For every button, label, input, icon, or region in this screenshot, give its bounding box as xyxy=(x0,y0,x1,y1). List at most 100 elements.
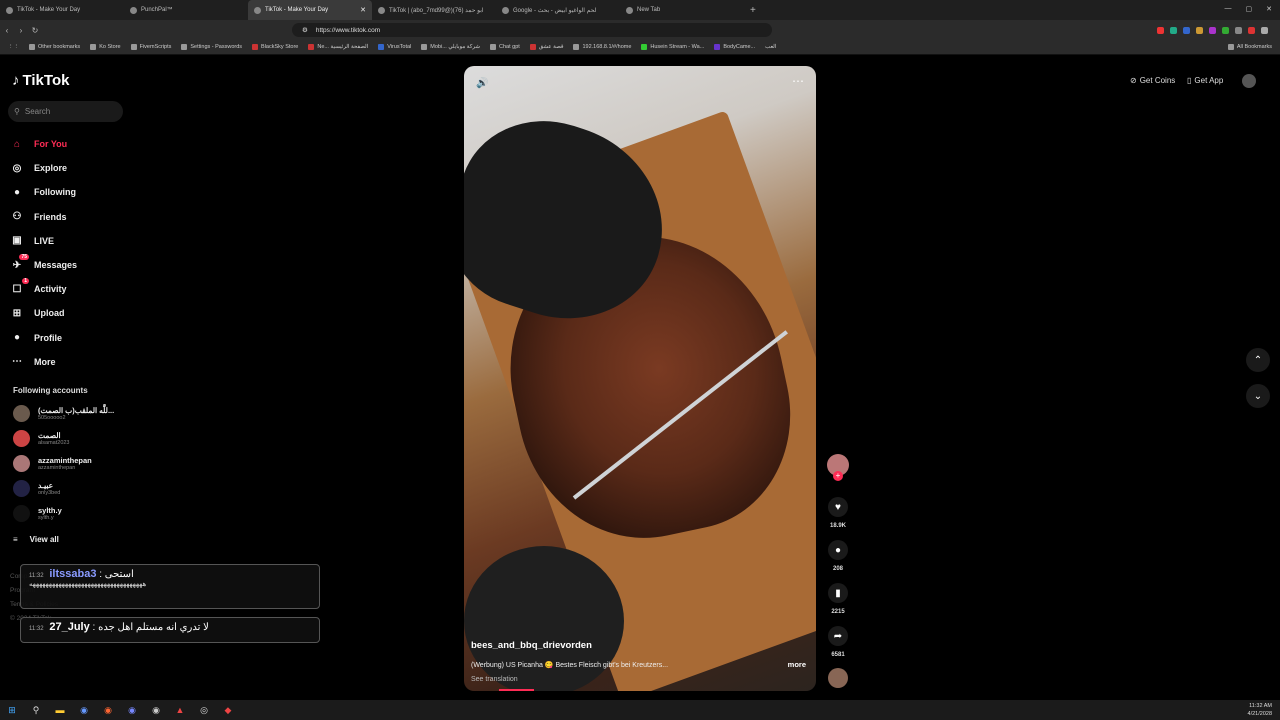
following-account[interactable]: azzaminthepan azzaminthepan xyxy=(13,455,92,472)
all-bookmarks[interactable]: All Bookmarks xyxy=(1227,44,1272,50)
browser-tab[interactable]: New Tab xyxy=(620,0,744,20)
extension-icon[interactable] xyxy=(1183,26,1190,34)
sidebar-item-profile[interactable]: ● Profile xyxy=(10,326,130,350)
browser-tab[interactable]: TikTok - Make Your Day xyxy=(0,0,124,20)
following-account[interactable]: (ب الصمت)للَّه الملقب... 505ooooo2 xyxy=(13,405,114,422)
forward-icon[interactable]: › xyxy=(14,26,28,35)
video-menu-icon[interactable]: ⋯ xyxy=(792,74,804,88)
bookmark[interactable]: قصة عشق xyxy=(529,44,563,50)
previous-video-button[interactable]: ⌃ xyxy=(1246,348,1270,372)
bookmark[interactable]: Ko Store xyxy=(90,44,121,50)
bookmark[interactable]: Husein Stream - Wa... xyxy=(641,44,704,50)
creator-avatar[interactable]: + xyxy=(826,454,850,481)
vpn-icon[interactable]: ◆ xyxy=(216,700,240,720)
next-video-button[interactable]: ⌄ xyxy=(1246,384,1270,408)
discord-icon[interactable]: ◉ xyxy=(120,700,144,720)
bookmark[interactable]: Settings - Passwords xyxy=(181,44,242,50)
browser-icon[interactable]: ◉ xyxy=(96,700,120,720)
apps-icon[interactable]: ⋮⋮ xyxy=(8,44,19,50)
minimize-icon[interactable]: — xyxy=(1225,5,1232,13)
extension-icon[interactable] xyxy=(1196,26,1203,34)
get-coins-button[interactable]: ⊘ Get Coins xyxy=(1130,76,1175,85)
save-action[interactable]: ▮ 2215 xyxy=(826,583,850,615)
windows-icon[interactable]: ⊞ xyxy=(0,700,24,720)
sidebar-item-messages[interactable]: ✈ 75 Messages xyxy=(10,253,130,277)
volume-icon[interactable]: 🔊 xyxy=(476,78,488,89)
see-translation-link[interactable]: See translation xyxy=(471,676,518,683)
share-action[interactable]: ➦ 6581 xyxy=(826,626,850,658)
comment-icon[interactable]: ● xyxy=(828,540,848,560)
browser-tab[interactable]: TikTok | (abo_7md99@)ابو حمد (76) xyxy=(372,0,496,20)
site-info-icon[interactable]: ⚙ xyxy=(302,26,308,34)
view-all-button[interactable]: ≡ View all xyxy=(13,535,59,544)
video-progress-bar[interactable] xyxy=(499,689,534,691)
messages-badge: 75 xyxy=(19,254,29,261)
like-action[interactable]: ♥ 18.9K xyxy=(826,497,850,529)
extension-icon[interactable] xyxy=(1170,26,1177,34)
user-avatar[interactable] xyxy=(1242,74,1256,88)
back-icon[interactable]: ‹ xyxy=(0,26,14,35)
reload-icon[interactable]: ↻ xyxy=(28,26,42,35)
following-account[interactable]: عبيـد only3bed xyxy=(13,480,60,497)
extension-icon[interactable] xyxy=(1157,26,1164,34)
steam-icon[interactable]: ◉ xyxy=(72,700,96,720)
follow-button[interactable]: + xyxy=(833,471,843,481)
files-icon[interactable]: ▬ xyxy=(48,700,72,720)
following-account[interactable]: sylth.y sylth.y xyxy=(13,505,62,522)
profile-icon[interactable] xyxy=(1261,26,1268,34)
system-tray-clock[interactable]: 11:32 AM 4/21/2028 xyxy=(1248,702,1272,718)
sidebar-item-more[interactable]: ⋯ More xyxy=(10,350,130,374)
bookmark[interactable]: BlackSky Store xyxy=(252,44,298,50)
search-input[interactable]: ⚲ Search xyxy=(8,101,123,122)
app-icon[interactable]: ◉ xyxy=(144,700,168,720)
sidebar-item-upload[interactable]: ⊞ Upload xyxy=(10,301,130,325)
bookmark[interactable]: 192.168.8.1/#/home xyxy=(573,44,631,50)
chat-text: : لا تدري انه مستلم اهل جده xyxy=(92,622,209,633)
get-app-button[interactable]: ▯ Get App xyxy=(1187,76,1223,85)
obs-icon[interactable]: ◎ xyxy=(192,700,216,720)
bookmark[interactable]: BodyCame... xyxy=(714,44,755,50)
save-count: 2215 xyxy=(831,609,845,615)
search-icon[interactable]: ⚲ xyxy=(24,700,48,720)
bookmark-label: BlackSky Store xyxy=(261,44,299,50)
heart-icon[interactable]: ♥ xyxy=(828,497,848,517)
comment-action[interactable]: ● 208 xyxy=(826,540,850,572)
extension-icon[interactable] xyxy=(1209,26,1216,34)
bookmark[interactable]: FivemScripts xyxy=(130,44,171,50)
new-tab-button[interactable]: + xyxy=(750,5,756,16)
sidebar-item-for-you[interactable]: ⌂ For You xyxy=(10,132,130,156)
bookmark[interactable]: VirusTotal xyxy=(378,44,411,50)
close-tab-icon[interactable]: ✕ xyxy=(360,6,366,14)
extension-icon[interactable] xyxy=(1235,26,1242,34)
share-icon[interactable]: ➦ xyxy=(828,626,848,646)
url-field[interactable]: ⚙ https://www.tiktok.com xyxy=(292,23,772,37)
maximize-icon[interactable]: ▢ xyxy=(1246,5,1253,13)
browser-tab-active[interactable]: TikTok - Make Your Day ✕ xyxy=(248,0,372,20)
sidebar-item-label: Messages xyxy=(34,260,78,271)
sidebar-item-following[interactable]: ● Following xyxy=(10,180,130,204)
more-button[interactable]: more xyxy=(788,660,806,669)
video-player[interactable]: 🔊 ⋯ bees_and_bbq_drievorden (Werbung) US… xyxy=(464,66,816,691)
tab-title: TikTok - Make Your Day xyxy=(17,7,81,13)
bookmark[interactable]: Chat gpt xyxy=(490,44,520,50)
bookmark[interactable]: Mobi... شركة موبايلي xyxy=(421,44,480,50)
sidebar-item-activity[interactable]: ☐ 1 Activity xyxy=(10,277,130,301)
sidebar-item-friends[interactable]: ⚇ Friends xyxy=(10,205,130,229)
browser-tab[interactable]: PunchPal™ xyxy=(124,0,248,20)
bookmark[interactable]: Other bookmarks xyxy=(29,44,80,50)
tiktok-logo[interactable]: ♪ TikTok xyxy=(12,72,69,89)
music-disc[interactable] xyxy=(826,668,850,688)
video-author[interactable]: bees_and_bbq_drievorden xyxy=(471,640,592,651)
browser-tab[interactable]: Google - لحم الواغيو ابيض - بحث xyxy=(496,0,620,20)
like-count: 18.9K xyxy=(829,523,846,529)
close-window-icon[interactable]: ✕ xyxy=(1266,5,1272,13)
sidebar-item-explore[interactable]: ◎ Explore xyxy=(10,156,130,180)
bookmark[interactable]: Ne... الصفحة الرئيسية xyxy=(308,44,368,50)
extension-icon[interactable] xyxy=(1222,26,1229,34)
following-account[interactable]: الصمت alsamat2023 xyxy=(13,430,70,447)
sidebar-item-live[interactable]: ▣ LIVE xyxy=(10,229,130,253)
chrome-icon[interactable]: ▲ xyxy=(168,700,192,720)
extension-icon[interactable] xyxy=(1248,26,1255,34)
bookmark[interactable]: العب xyxy=(765,44,776,50)
bookmark-icon[interactable]: ▮ xyxy=(828,583,848,603)
